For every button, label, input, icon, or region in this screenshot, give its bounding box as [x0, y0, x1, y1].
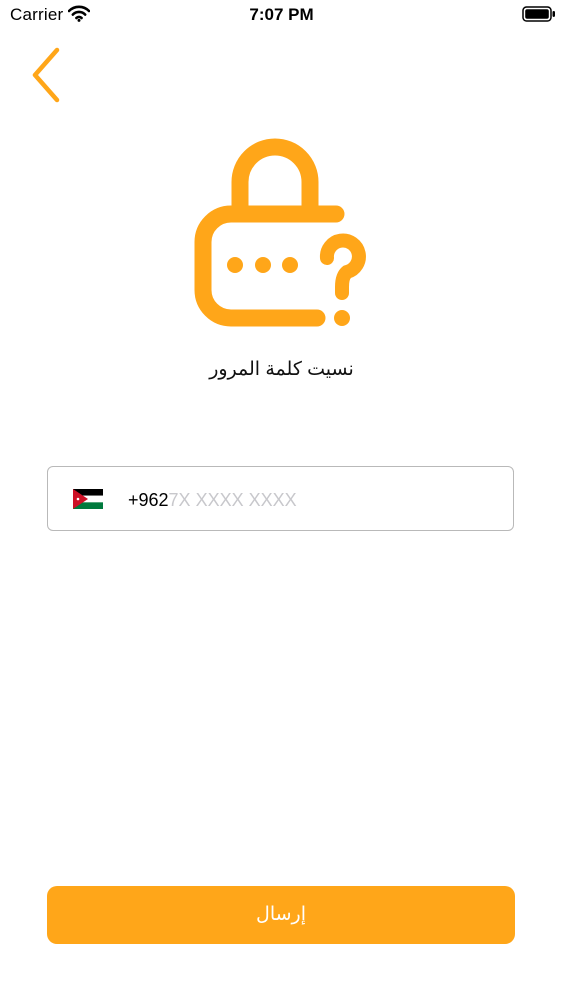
phone-placeholder: 7X XXXX XXXX — [168, 490, 297, 510]
clock: 7:07 PM — [249, 5, 314, 24]
battery-icon — [522, 6, 555, 22]
phone-number-field[interactable]: +9627X XXXX XXXX — [47, 466, 514, 531]
jordan-flag-icon[interactable] — [73, 489, 103, 509]
page-title: نسيت كلمة المرور — [209, 359, 354, 380]
submit-button[interactable]: إرسال — [47, 886, 515, 944]
back-button[interactable] — [26, 46, 70, 104]
phone-input[interactable]: +9627X XXXX XXXX — [128, 489, 297, 511]
lock-question-icon — [194, 138, 366, 327]
dial-code: +962 — [128, 490, 169, 510]
status-bar: Carrier 7:07 PM — [0, 0, 563, 30]
chevron-left-icon — [32, 47, 60, 103]
